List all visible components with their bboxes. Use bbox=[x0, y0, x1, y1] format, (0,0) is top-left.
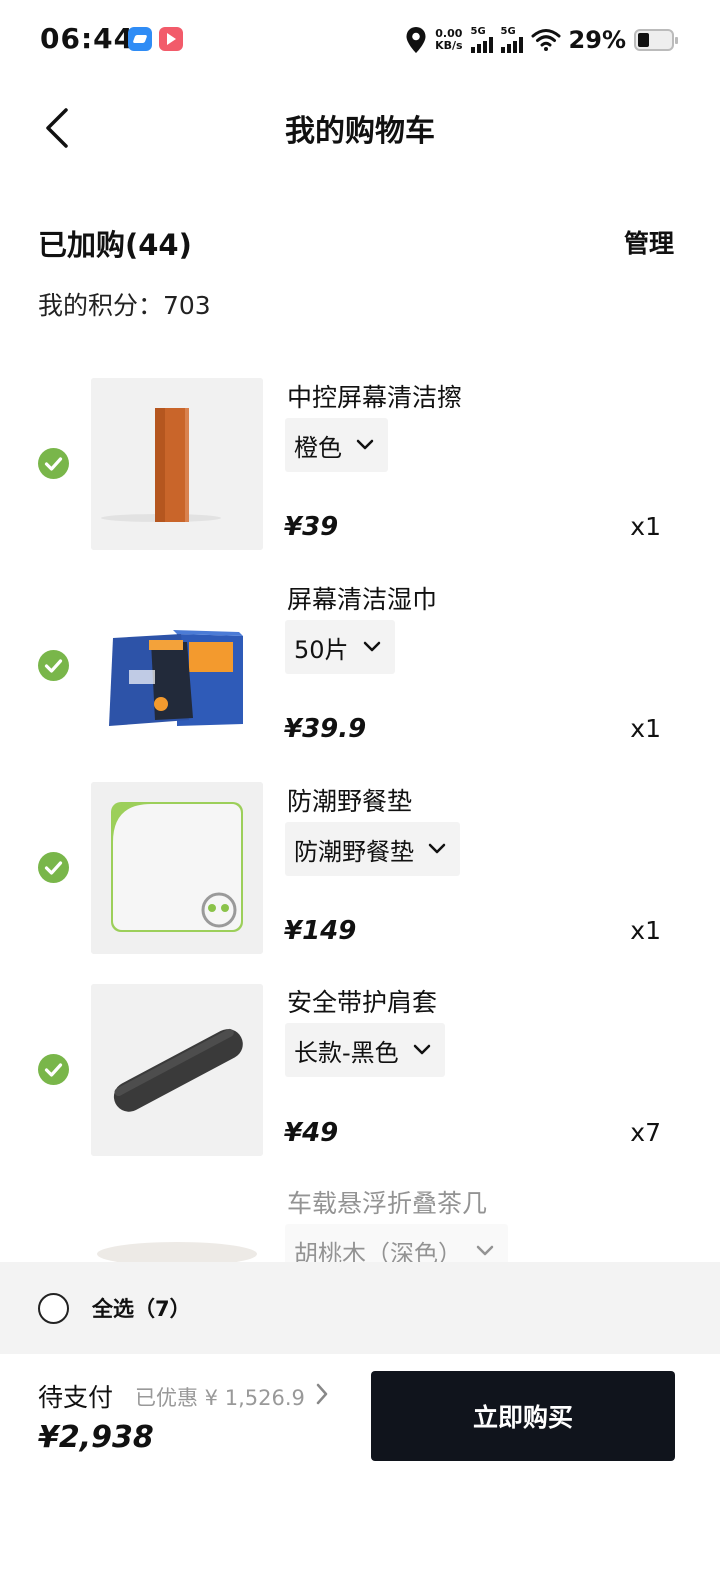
chevron-down-icon bbox=[428, 843, 446, 854]
status-indicators: 0.00 KB/s 5G 5G 29% bbox=[405, 22, 678, 58]
select-all-bar: 全选（7） bbox=[0, 1262, 720, 1354]
variant-selector[interactable]: 防潮野餐垫 bbox=[285, 822, 460, 876]
variant-label: 50片 bbox=[294, 635, 349, 664]
app-notification-icon bbox=[128, 27, 152, 51]
discount-link[interactable]: 已优惠 ¥ 1,526.9 bbox=[135, 1382, 305, 1412]
product-image[interactable] bbox=[91, 1186, 263, 1262]
status-time: 06:44 bbox=[40, 22, 135, 55]
pending-payment-label: 待支付 bbox=[38, 1383, 114, 1412]
cart-count: 已加购(44) bbox=[38, 228, 192, 262]
variant-selector[interactable]: 胡桃木（深色） bbox=[285, 1224, 508, 1262]
video-app-notification-icon bbox=[159, 27, 183, 51]
product-image[interactable] bbox=[91, 782, 263, 954]
header: 我的购物车 bbox=[0, 80, 720, 176]
item-quantity[interactable]: x1 bbox=[630, 512, 661, 541]
item-quantity[interactable]: x7 bbox=[630, 1118, 661, 1147]
select-all-checkbox[interactable] bbox=[38, 1293, 69, 1324]
item-checkbox[interactable] bbox=[38, 448, 69, 479]
product-image[interactable] bbox=[91, 378, 263, 550]
signal-1-label: 5G bbox=[470, 26, 486, 37]
item-quantity[interactable]: x1 bbox=[630, 714, 661, 743]
item-checkbox[interactable] bbox=[38, 852, 69, 883]
chevron-down-icon bbox=[356, 439, 374, 450]
item-checkbox[interactable] bbox=[38, 1054, 69, 1085]
buy-now-button[interactable]: 立即购买 bbox=[371, 1371, 675, 1461]
product-image[interactable] bbox=[91, 580, 263, 752]
item-checkbox[interactable] bbox=[38, 650, 69, 681]
seatbelt-cover-image bbox=[91, 984, 263, 1156]
folding-table-image bbox=[97, 1242, 257, 1262]
signal-1: 5G bbox=[470, 26, 493, 53]
picnic-mat-image bbox=[91, 782, 263, 954]
item-name: 防潮野餐垫 bbox=[287, 787, 413, 816]
signal-bars-icon bbox=[470, 37, 493, 53]
net-speed: 0.00 KB/s bbox=[435, 28, 462, 52]
battery-percent: 29% bbox=[568, 26, 626, 54]
item-price: ¥39 bbox=[284, 512, 339, 542]
net-speed-unit: KB/s bbox=[435, 39, 463, 52]
cart-item: 车载悬浮折叠茶几 胡桃木（深色） bbox=[0, 1178, 720, 1262]
status-bar: 06:44 0.00 KB/s 5G 5G 29% bbox=[0, 0, 720, 80]
signal-bars-icon bbox=[500, 37, 523, 53]
cart-item: 屏幕清洁湿巾 50片 ¥39.9 x1 bbox=[0, 574, 720, 764]
chevron-down-icon bbox=[363, 641, 380, 652]
cart-item: 安全带护肩套 长款-黑色 ¥49 x7 bbox=[0, 977, 720, 1167]
check-icon bbox=[44, 457, 63, 471]
points-label: 我的积分：703 bbox=[38, 291, 211, 320]
signal-2-label: 5G bbox=[500, 26, 516, 37]
wet-wipes-image bbox=[91, 580, 263, 752]
cart-item: 中控屏幕清洁擦 橙色 ¥39 x1 bbox=[0, 372, 720, 562]
manage-button[interactable]: 管理 bbox=[624, 224, 674, 260]
item-name: 安全带护肩套 bbox=[287, 988, 438, 1017]
checkout-bar: 待支付 已优惠 ¥ 1,526.9 ¥2,938 立即购买 bbox=[0, 1354, 720, 1584]
signal-2: 5G bbox=[500, 26, 523, 53]
battery-icon bbox=[634, 29, 678, 51]
product-image[interactable] bbox=[91, 984, 263, 1156]
item-name: 车载悬浮折叠茶几 bbox=[287, 1189, 488, 1218]
variant-label: 胡桃木（深色） bbox=[294, 1239, 462, 1263]
cart-item: 防潮野餐垫 防潮野餐垫 ¥149 x1 bbox=[0, 776, 720, 966]
screen-cleaner-image bbox=[91, 378, 263, 550]
variant-label: 长款-黑色 bbox=[294, 1038, 399, 1067]
item-price: ¥149 bbox=[284, 916, 357, 946]
select-all-label[interactable]: 全选（7） bbox=[92, 1293, 191, 1323]
check-icon bbox=[44, 861, 63, 875]
variant-label: 防潮野餐垫 bbox=[294, 837, 414, 866]
check-icon bbox=[44, 1063, 63, 1077]
item-quantity[interactable]: x1 bbox=[630, 916, 661, 945]
variant-label: 橙色 bbox=[294, 433, 342, 462]
total-price: ¥2,938 bbox=[38, 1420, 154, 1455]
item-name: 中控屏幕清洁擦 bbox=[287, 383, 463, 412]
chevron-down-icon bbox=[413, 1044, 430, 1055]
variant-selector[interactable]: 50片 bbox=[285, 620, 395, 674]
item-price: ¥39.9 bbox=[284, 714, 367, 744]
chevron-down-icon bbox=[476, 1245, 494, 1256]
variant-selector[interactable]: 橙色 bbox=[285, 418, 388, 472]
check-icon bbox=[44, 659, 63, 673]
item-name: 屏幕清洁湿巾 bbox=[287, 585, 438, 614]
item-price: ¥49 bbox=[284, 1118, 339, 1148]
wifi-icon bbox=[531, 29, 561, 51]
location-icon bbox=[406, 27, 426, 53]
variant-selector[interactable]: 长款-黑色 bbox=[285, 1023, 445, 1077]
page-title: 我的购物车 bbox=[285, 114, 435, 149]
chevron-right-icon[interactable] bbox=[314, 1382, 330, 1406]
